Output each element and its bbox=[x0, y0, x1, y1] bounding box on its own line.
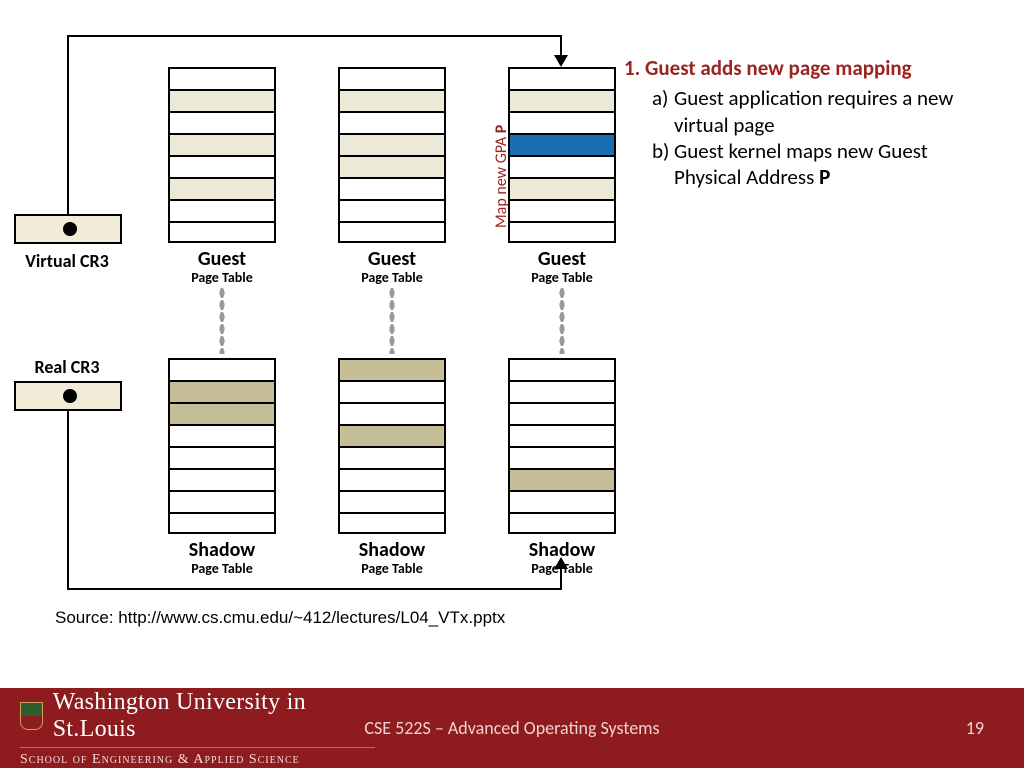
footer-logo: Washington University in St.Louis School… bbox=[0, 688, 375, 768]
rcr3-down bbox=[67, 410, 69, 588]
table-row bbox=[510, 135, 614, 157]
shadow-page-table-2 bbox=[338, 358, 446, 534]
table-row bbox=[170, 113, 274, 135]
table-row bbox=[510, 223, 614, 243]
guest-caption-2: GuestPage Table bbox=[338, 249, 446, 285]
table-row bbox=[170, 69, 274, 91]
table-row bbox=[340, 91, 444, 113]
guest-caption-1: GuestPage Table bbox=[168, 249, 276, 285]
table-row bbox=[170, 514, 274, 534]
table-row bbox=[170, 382, 274, 404]
map-new-gpa-label: Map new GPA P bbox=[492, 125, 511, 228]
slide: Virtual CR3 Real CR3 GuestPage Table Gues… bbox=[0, 0, 1024, 768]
vcr3-up bbox=[67, 35, 69, 215]
vcr3-arrow bbox=[554, 55, 568, 67]
shield-icon bbox=[20, 702, 43, 730]
table-row bbox=[170, 179, 274, 201]
guest-page-table-2 bbox=[338, 67, 446, 243]
table-row bbox=[170, 470, 274, 492]
table-row bbox=[340, 69, 444, 91]
vcr3-down bbox=[560, 35, 562, 57]
guest-page-table-1 bbox=[168, 67, 276, 243]
table-row bbox=[510, 69, 614, 91]
table-row bbox=[170, 135, 274, 157]
table-row bbox=[170, 360, 274, 382]
university-name: Washington University in St.Louis bbox=[53, 689, 375, 743]
table-row bbox=[510, 448, 614, 470]
dotted-connector-2 bbox=[389, 287, 395, 354]
shadow-caption-1: ShadowPage Table bbox=[168, 540, 276, 576]
table-row bbox=[340, 426, 444, 448]
table-row bbox=[510, 91, 614, 113]
shadow-caption-2: ShadowPage Table bbox=[338, 540, 446, 576]
table-row bbox=[510, 514, 614, 534]
table-row bbox=[510, 179, 614, 201]
table-row bbox=[340, 157, 444, 179]
explain-title: 1. Guest adds new page mapping bbox=[624, 55, 994, 81]
footer: Washington University in St.Louis School… bbox=[0, 688, 1024, 768]
real-cr3-box bbox=[14, 381, 122, 411]
table-row bbox=[340, 382, 444, 404]
table-row bbox=[340, 201, 444, 223]
table-row bbox=[170, 426, 274, 448]
shadow-page-table-1 bbox=[168, 358, 276, 534]
table-row bbox=[340, 113, 444, 135]
table-row bbox=[340, 470, 444, 492]
table-row bbox=[170, 201, 274, 223]
dotted-connector-1 bbox=[219, 287, 225, 354]
page-number: 19 bbox=[966, 717, 984, 739]
table-row bbox=[340, 179, 444, 201]
table-row bbox=[340, 448, 444, 470]
table-row bbox=[340, 135, 444, 157]
explain-a: a)Guest application requires a new virtu… bbox=[652, 85, 994, 138]
table-row bbox=[510, 382, 614, 404]
table-row bbox=[170, 223, 274, 243]
virtual-cr3-label: Virtual CR3 bbox=[12, 250, 122, 272]
school-name: School of Engineering & Applied Science bbox=[20, 747, 375, 768]
table-row bbox=[340, 514, 444, 534]
virtual-cr3-box bbox=[14, 214, 122, 244]
table-row bbox=[170, 404, 274, 426]
table-row bbox=[170, 157, 274, 179]
virtual-cr3-dot bbox=[63, 222, 77, 236]
rcr3-across bbox=[67, 588, 562, 590]
table-row bbox=[510, 492, 614, 514]
table-row bbox=[170, 492, 274, 514]
shadow-page-table-3 bbox=[508, 358, 616, 534]
table-row bbox=[510, 201, 614, 223]
dotted-connector-3 bbox=[559, 287, 565, 354]
table-row bbox=[170, 91, 274, 113]
table-row bbox=[340, 360, 444, 382]
table-row bbox=[340, 404, 444, 426]
real-cr3-label: Real CR3 bbox=[12, 356, 122, 378]
real-cr3-dot bbox=[63, 389, 77, 403]
table-row bbox=[510, 470, 614, 492]
table-row bbox=[170, 448, 274, 470]
table-row bbox=[510, 360, 614, 382]
table-row bbox=[510, 404, 614, 426]
guest-page-table-3 bbox=[508, 67, 616, 243]
table-row bbox=[510, 157, 614, 179]
explanation: 1. Guest adds new page mapping a)Guest a… bbox=[624, 55, 994, 190]
shadow-caption-3: ShadowPage Table bbox=[508, 540, 616, 576]
source-text: Source: http://www.cs.cmu.edu/~412/lectu… bbox=[55, 608, 505, 628]
table-row bbox=[510, 426, 614, 448]
explain-b: b)Guest kernel maps new Guest Physical A… bbox=[652, 138, 994, 191]
guest-caption-3: GuestPage Table bbox=[508, 249, 616, 285]
table-row bbox=[340, 492, 444, 514]
vcr3-across bbox=[67, 35, 562, 37]
table-row bbox=[510, 113, 614, 135]
table-row bbox=[340, 223, 444, 243]
